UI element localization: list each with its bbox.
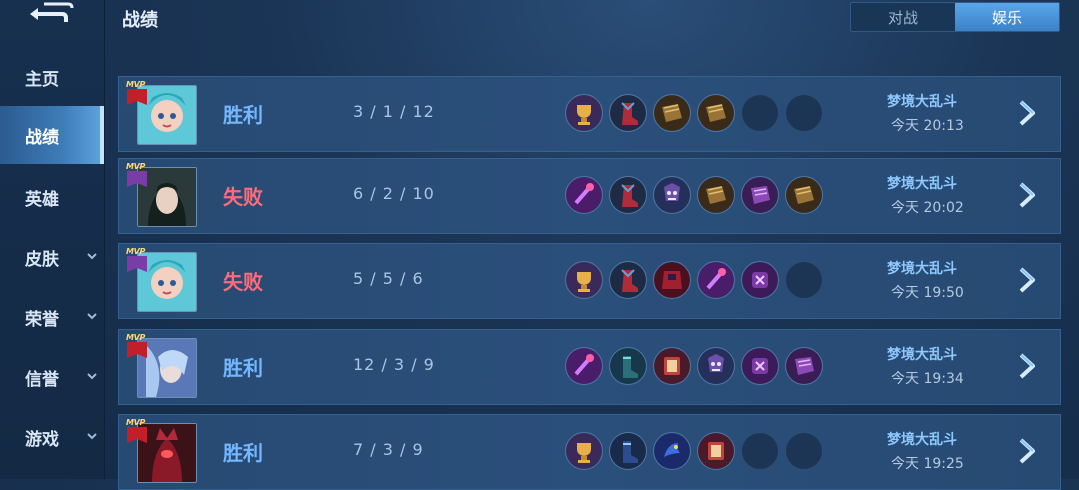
dragon-item-icon bbox=[653, 432, 691, 470]
match-time: 今天 20:02 bbox=[891, 200, 964, 216]
chevron-right-icon[interactable] bbox=[1017, 181, 1039, 209]
game-mode: 梦境大乱斗 bbox=[887, 432, 957, 448]
chevron-right-icon[interactable] bbox=[1017, 266, 1039, 294]
sidebar-item-3[interactable]: 皮肤 bbox=[0, 228, 104, 286]
hero-avatar-wrap: MVP bbox=[125, 80, 197, 145]
sidebar-item-0[interactable]: 主页 bbox=[0, 48, 104, 106]
item-build bbox=[565, 261, 823, 299]
tome-item-icon bbox=[697, 432, 735, 470]
book-item-icon bbox=[697, 94, 735, 132]
match-row[interactable]: MVP 失败 5 / 5 / 6 梦境大乱斗今天 19:50 bbox=[118, 243, 1061, 319]
mvp-badge-text: MVP bbox=[126, 418, 146, 427]
sidebar-item-2[interactable]: 英雄 bbox=[0, 168, 104, 226]
match-time: 今天 19:25 bbox=[891, 456, 964, 472]
sidebar-item-label: 游戏 bbox=[25, 429, 59, 450]
sidebar: 主页战绩英雄皮肤荣誉信誉游戏 bbox=[0, 0, 105, 479]
match-result: 胜利 bbox=[223, 356, 263, 380]
item-build bbox=[565, 432, 823, 470]
sidebar-item-4[interactable]: 荣誉 bbox=[0, 288, 104, 346]
mode-toggle: 对战 娱乐 bbox=[850, 2, 1060, 32]
chevron-right-icon[interactable] bbox=[1017, 437, 1039, 465]
match-result: 胜利 bbox=[223, 441, 263, 465]
sidebar-item-label: 英雄 bbox=[25, 189, 59, 210]
match-time: 今天 19:34 bbox=[891, 371, 964, 387]
cloak-item-icon bbox=[653, 261, 691, 299]
match-time: 今天 20:13 bbox=[891, 118, 964, 134]
skull-item-icon bbox=[653, 176, 691, 214]
sidebar-item-label: 主页 bbox=[25, 69, 59, 90]
boots-red-item-icon bbox=[609, 261, 647, 299]
rune-item-icon bbox=[741, 347, 779, 385]
match-row[interactable]: MVP 胜利 12 / 3 / 9 梦境大乱斗今天 19:34 bbox=[118, 329, 1061, 405]
match-result: 失败 bbox=[223, 185, 263, 209]
scroll-item-icon bbox=[741, 176, 779, 214]
skull-item-icon bbox=[697, 347, 735, 385]
wand-item-icon bbox=[565, 176, 603, 214]
empty-item-slot bbox=[785, 94, 823, 132]
hero-avatar-wrap: MVP bbox=[125, 162, 197, 227]
empty-item-slot bbox=[741, 94, 779, 132]
kda-score: 12 / 3 / 9 bbox=[353, 355, 435, 374]
sidebar-item-label: 战绩 bbox=[25, 127, 59, 148]
toggle-option-battle[interactable]: 对战 bbox=[851, 3, 955, 31]
match-result: 胜利 bbox=[223, 103, 263, 127]
game-mode: 梦境大乱斗 bbox=[887, 261, 957, 277]
sidebar-item-label: 皮肤 bbox=[25, 249, 59, 270]
sidebar-item-6[interactable]: 游戏 bbox=[0, 408, 104, 466]
empty-item-slot bbox=[785, 432, 823, 470]
cup-item-icon bbox=[565, 261, 603, 299]
chevron-down-icon bbox=[87, 433, 97, 440]
kda-score: 3 / 1 / 12 bbox=[353, 102, 435, 121]
boots-red-item-icon bbox=[609, 94, 647, 132]
chevron-down-icon bbox=[87, 373, 97, 380]
hero-avatar-wrap: MVP bbox=[125, 418, 197, 483]
cup-item-icon bbox=[565, 432, 603, 470]
chevron-right-icon[interactable] bbox=[1017, 352, 1039, 380]
kda-score: 7 / 3 / 9 bbox=[353, 440, 424, 459]
mvp-badge-text: MVP bbox=[126, 333, 146, 342]
back-arrow-icon[interactable] bbox=[24, 2, 74, 26]
game-mode: 梦境大乱斗 bbox=[887, 347, 957, 363]
item-build bbox=[565, 94, 823, 132]
match-row[interactable]: MVP 胜利 3 / 1 / 12 梦境大乱斗今天 20:13 bbox=[118, 76, 1061, 152]
item-build bbox=[565, 347, 823, 385]
scroll-item-icon bbox=[785, 347, 823, 385]
sidebar-item-1[interactable]: 战绩 bbox=[0, 106, 104, 164]
chevron-down-icon bbox=[87, 253, 97, 260]
match-row[interactable]: MVP 失败 6 / 2 / 10 梦境大乱斗今天 20:02 bbox=[118, 158, 1061, 234]
kda-score: 5 / 5 / 6 bbox=[353, 269, 424, 288]
game-mode: 梦境大乱斗 bbox=[887, 176, 957, 192]
mvp-badge-text: MVP bbox=[126, 162, 146, 171]
wand-item-icon bbox=[697, 261, 735, 299]
boots-red-item-icon bbox=[609, 176, 647, 214]
chevron-right-icon[interactable] bbox=[1017, 99, 1039, 127]
sidebar-item-5[interactable]: 信誉 bbox=[0, 348, 104, 406]
chevron-down-icon bbox=[87, 313, 97, 320]
hero-avatar-wrap: MVP bbox=[125, 333, 197, 398]
mvp-badge-text: MVP bbox=[126, 247, 146, 256]
match-time: 今天 19:50 bbox=[891, 285, 964, 301]
book-item-icon bbox=[653, 94, 691, 132]
rune-item-icon bbox=[741, 261, 779, 299]
toggle-option-entertainment[interactable]: 娱乐 bbox=[955, 3, 1059, 31]
item-build bbox=[565, 176, 823, 214]
boots-teal-item-icon bbox=[609, 347, 647, 385]
game-mode: 梦境大乱斗 bbox=[887, 94, 957, 110]
page-title: 战绩 bbox=[122, 10, 158, 31]
tome-item-icon bbox=[653, 347, 691, 385]
sidebar-item-label: 信誉 bbox=[25, 369, 59, 390]
boots-blue-item-icon bbox=[609, 432, 647, 470]
sidebar-item-label: 荣誉 bbox=[25, 309, 59, 330]
mvp-badge-text: MVP bbox=[126, 80, 146, 89]
book-item-icon bbox=[785, 176, 823, 214]
wand-item-icon bbox=[565, 347, 603, 385]
empty-item-slot bbox=[741, 432, 779, 470]
kda-score: 6 / 2 / 10 bbox=[353, 184, 435, 203]
book-item-icon bbox=[697, 176, 735, 214]
empty-item-slot bbox=[785, 261, 823, 299]
cup-item-icon bbox=[565, 94, 603, 132]
hero-avatar-wrap: MVP bbox=[125, 247, 197, 312]
match-result: 失败 bbox=[223, 270, 263, 294]
